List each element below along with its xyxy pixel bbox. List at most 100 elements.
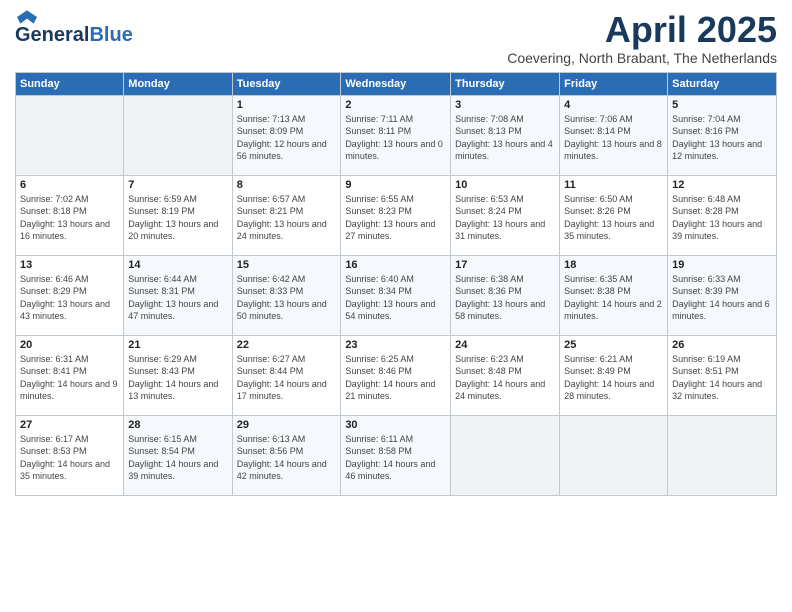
day-info: Sunrise: 6:29 AMSunset: 8:43 PMDaylight:…	[128, 353, 227, 403]
calendar-cell: 2 Sunrise: 7:11 AMSunset: 8:11 PMDaylight…	[341, 95, 451, 175]
calendar-cell: 14 Sunrise: 6:44 AMSunset: 8:31 PMDayligh…	[124, 255, 232, 335]
calendar-cell: 26Sunrise: 6:19 AMSunset: 8:51 PMDayligh…	[668, 335, 777, 415]
day-number: 26	[672, 339, 772, 351]
day-number: 4	[564, 99, 663, 111]
day-info: Sunrise: 7:08 AMSunset: 8:13 PMDaylight:…	[455, 113, 555, 163]
day-number: 29	[237, 419, 337, 431]
day-info: Sunrise: 6:48 AMSunset: 8:28 PMDaylight:…	[672, 193, 772, 243]
calendar-week-row: 13 Sunrise: 6:46 AMSunset: 8:29 PMDayligh…	[16, 255, 777, 335]
weekday-header: Friday	[560, 72, 668, 95]
day-info: Sunrise: 6:15 AMSunset: 8:54 PMDaylight:…	[128, 433, 227, 483]
logo: General Blue	[15, 10, 133, 47]
day-number: 3	[455, 99, 555, 111]
day-info: Sunrise: 6:17 AMSunset: 8:53 PMDaylight:…	[20, 433, 119, 483]
day-number: 2	[345, 99, 446, 111]
day-info: Sunrise: 6:46 AMSunset: 8:29 PMDaylight:…	[20, 273, 119, 323]
calendar-cell: 27Sunrise: 6:17 AMSunset: 8:53 PMDayligh…	[16, 415, 124, 495]
day-info: Sunrise: 6:40 AMSunset: 8:34 PMDaylight:…	[345, 273, 446, 323]
day-number: 25	[564, 339, 663, 351]
calendar-cell: 25 Sunrise: 6:21 AMSunset: 8:49 PMDayligh…	[560, 335, 668, 415]
day-info: Sunrise: 7:06 AMSunset: 8:14 PMDaylight:…	[564, 113, 663, 163]
calendar-cell: 18 Sunrise: 6:35 AMSunset: 8:38 PMDayligh…	[560, 255, 668, 335]
weekday-header: Sunday	[16, 72, 124, 95]
day-number: 22	[237, 339, 337, 351]
calendar-cell: 28 Sunrise: 6:15 AMSunset: 8:54 PMDayligh…	[124, 415, 232, 495]
logo-general: General	[15, 24, 89, 47]
weekday-header: Thursday	[451, 72, 560, 95]
day-number: 24	[455, 339, 555, 351]
day-number: 16	[345, 259, 446, 271]
day-info: Sunrise: 7:13 AMSunset: 8:09 PMDaylight:…	[237, 113, 337, 163]
calendar-cell: 3 Sunrise: 7:08 AMSunset: 8:13 PMDaylight…	[451, 95, 560, 175]
day-info: Sunrise: 6:11 AMSunset: 8:58 PMDaylight:…	[345, 433, 446, 483]
day-info: Sunrise: 6:53 AMSunset: 8:24 PMDaylight:…	[455, 193, 555, 243]
day-info: Sunrise: 7:02 AMSunset: 8:18 PMDaylight:…	[20, 193, 119, 243]
day-info: Sunrise: 6:27 AMSunset: 8:44 PMDaylight:…	[237, 353, 337, 403]
calendar-cell	[668, 415, 777, 495]
day-info: Sunrise: 6:57 AMSunset: 8:21 PMDaylight:…	[237, 193, 337, 243]
day-number: 10	[455, 179, 555, 191]
calendar-week-row: 1 Sunrise: 7:13 AMSunset: 8:09 PMDaylight…	[16, 95, 777, 175]
calendar-cell: 11 Sunrise: 6:50 AMSunset: 8:26 PMDayligh…	[560, 175, 668, 255]
day-number: 1	[237, 99, 337, 111]
day-info: Sunrise: 6:59 AMSunset: 8:19 PMDaylight:…	[128, 193, 227, 243]
calendar-cell: 8Sunrise: 6:57 AMSunset: 8:21 PMDaylight…	[232, 175, 341, 255]
calendar-table: SundayMondayTuesdayWednesdayThursdayFrid…	[15, 72, 777, 496]
calendar-cell: 23 Sunrise: 6:25 AMSunset: 8:46 PMDayligh…	[341, 335, 451, 415]
day-number: 19	[672, 259, 772, 271]
calendar-cell	[16, 95, 124, 175]
calendar-cell: 17Sunrise: 6:38 AMSunset: 8:36 PMDayligh…	[451, 255, 560, 335]
day-info: Sunrise: 6:42 AMSunset: 8:33 PMDaylight:…	[237, 273, 337, 323]
header-row: SundayMondayTuesdayWednesdayThursdayFrid…	[16, 72, 777, 95]
day-info: Sunrise: 7:11 AMSunset: 8:11 PMDaylight:…	[345, 113, 446, 163]
month-title: April 2025	[507, 10, 777, 50]
calendar-cell: 4 Sunrise: 7:06 AMSunset: 8:14 PMDaylight…	[560, 95, 668, 175]
logo-blue: Blue	[89, 24, 132, 47]
day-number: 14	[128, 259, 227, 271]
day-number: 12	[672, 179, 772, 191]
day-info: Sunrise: 6:25 AMSunset: 8:46 PMDaylight:…	[345, 353, 446, 403]
calendar-cell	[451, 415, 560, 495]
calendar-cell: 21 Sunrise: 6:29 AMSunset: 8:43 PMDayligh…	[124, 335, 232, 415]
weekday-header: Wednesday	[341, 72, 451, 95]
calendar-cell: 16 Sunrise: 6:40 AMSunset: 8:34 PMDayligh…	[341, 255, 451, 335]
day-number: 11	[564, 179, 663, 191]
calendar-week-row: 20 Sunrise: 6:31 AMSunset: 8:41 PMDayligh…	[16, 335, 777, 415]
weekday-header: Tuesday	[232, 72, 341, 95]
day-info: Sunrise: 6:31 AMSunset: 8:41 PMDaylight:…	[20, 353, 119, 403]
day-info: Sunrise: 6:35 AMSunset: 8:38 PMDaylight:…	[564, 273, 663, 323]
calendar-cell: 13 Sunrise: 6:46 AMSunset: 8:29 PMDayligh…	[16, 255, 124, 335]
day-number: 17	[455, 259, 555, 271]
calendar-cell: 9 Sunrise: 6:55 AMSunset: 8:23 PMDaylight…	[341, 175, 451, 255]
calendar-cell: 5Sunrise: 7:04 AMSunset: 8:16 PMDaylight…	[668, 95, 777, 175]
calendar-cell: 24Sunrise: 6:23 AMSunset: 8:48 PMDayligh…	[451, 335, 560, 415]
day-number: 15	[237, 259, 337, 271]
title-section: April 2025 Coevering, North Brabant, The…	[507, 10, 777, 66]
weekday-header: Saturday	[668, 72, 777, 95]
calendar-cell: 29Sunrise: 6:13 AMSunset: 8:56 PMDayligh…	[232, 415, 341, 495]
logo-icon	[17, 10, 37, 24]
calendar-cell	[124, 95, 232, 175]
calendar-cell: 22 Sunrise: 6:27 AMSunset: 8:44 PMDayligh…	[232, 335, 341, 415]
calendar-cell: 7Sunrise: 6:59 AMSunset: 8:19 PMDaylight…	[124, 175, 232, 255]
location-title: Coevering, North Brabant, The Netherland…	[507, 50, 777, 66]
day-number: 5	[672, 99, 772, 111]
day-number: 20	[20, 339, 119, 351]
day-info: Sunrise: 6:50 AMSunset: 8:26 PMDaylight:…	[564, 193, 663, 243]
day-number: 23	[345, 339, 446, 351]
day-number: 13	[20, 259, 119, 271]
day-number: 18	[564, 259, 663, 271]
calendar-cell: 20 Sunrise: 6:31 AMSunset: 8:41 PMDayligh…	[16, 335, 124, 415]
header: General Blue April 2025 Coevering, North…	[15, 10, 777, 66]
calendar-cell: 6Sunrise: 7:02 AMSunset: 8:18 PMDaylight…	[16, 175, 124, 255]
day-number: 28	[128, 419, 227, 431]
weekday-header: Monday	[124, 72, 232, 95]
calendar-cell: 30Sunrise: 6:11 AMSunset: 8:58 PMDayligh…	[341, 415, 451, 495]
day-info: Sunrise: 6:21 AMSunset: 8:49 PMDaylight:…	[564, 353, 663, 403]
calendar-week-row: 27Sunrise: 6:17 AMSunset: 8:53 PMDayligh…	[16, 415, 777, 495]
day-number: 21	[128, 339, 227, 351]
day-number: 9	[345, 179, 446, 191]
day-info: Sunrise: 6:55 AMSunset: 8:23 PMDaylight:…	[345, 193, 446, 243]
day-info: Sunrise: 6:44 AMSunset: 8:31 PMDaylight:…	[128, 273, 227, 323]
calendar-cell: 10 Sunrise: 6:53 AMSunset: 8:24 PMDayligh…	[451, 175, 560, 255]
